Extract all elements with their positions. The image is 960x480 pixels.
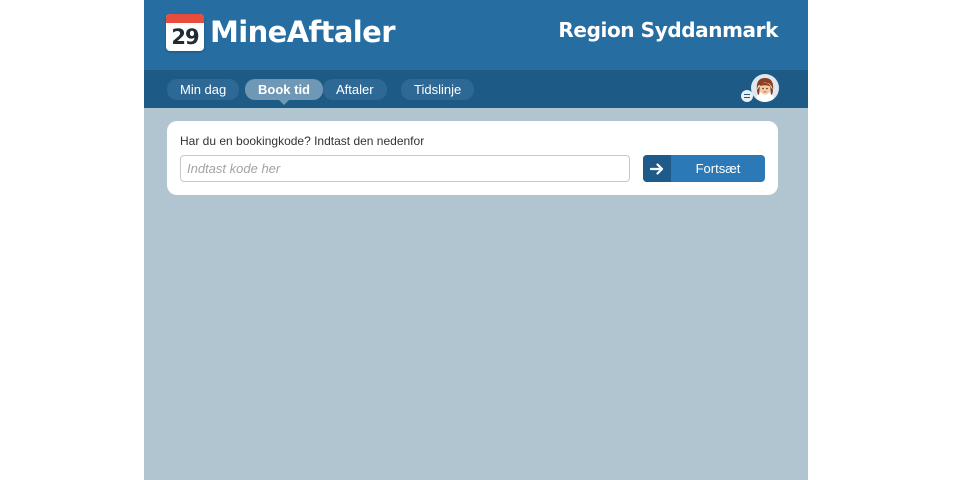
tab-book-tid[interactable]: Book tid	[245, 79, 323, 105]
booking-code-prompt: Har du en bookingkode? Indtast den neden…	[180, 134, 425, 148]
booking-code-card: Har du en bookingkode? Indtast den neden…	[167, 121, 778, 195]
app-window: 29 MineAftaler Region Syddanmark Min dag…	[144, 0, 808, 480]
arrow-right-svg	[650, 162, 664, 175]
menu-icon[interactable]	[741, 90, 753, 102]
calendar-icon-top	[166, 14, 204, 23]
main-nav: Min dag Book tid Aftaler Tidslinje	[144, 70, 808, 108]
calendar-day-number: 29	[171, 25, 199, 49]
tab-label: Tidslinje	[414, 82, 462, 97]
calendar-icon: 29	[166, 14, 204, 51]
app-name: MineAftaler	[210, 15, 396, 49]
tab-min-dag[interactable]: Min dag	[167, 79, 240, 100]
tab-tidslinje[interactable]: Tidslinje	[401, 79, 475, 100]
user-avatar-icon	[756, 78, 774, 102]
app-logo[interactable]: 29 MineAftaler	[166, 14, 396, 51]
menu-icon-line	[744, 97, 750, 99]
tab-label: Min dag	[180, 82, 227, 97]
arrow-right-icon	[643, 155, 671, 182]
booking-code-input[interactable]	[180, 155, 630, 182]
app-header: 29 MineAftaler Region Syddanmark	[144, 0, 808, 70]
tab-label: Aftaler	[336, 82, 374, 97]
region-name: Region Syddanmark	[558, 18, 778, 42]
continue-button[interactable]: Fortsæt	[643, 155, 765, 182]
tab-aftaler[interactable]: Aftaler	[323, 79, 387, 100]
continue-button-label: Fortsæt	[695, 161, 741, 176]
user-avatar[interactable]	[751, 74, 779, 102]
tab-label: Book tid	[258, 82, 310, 97]
menu-icon-line	[744, 93, 750, 95]
